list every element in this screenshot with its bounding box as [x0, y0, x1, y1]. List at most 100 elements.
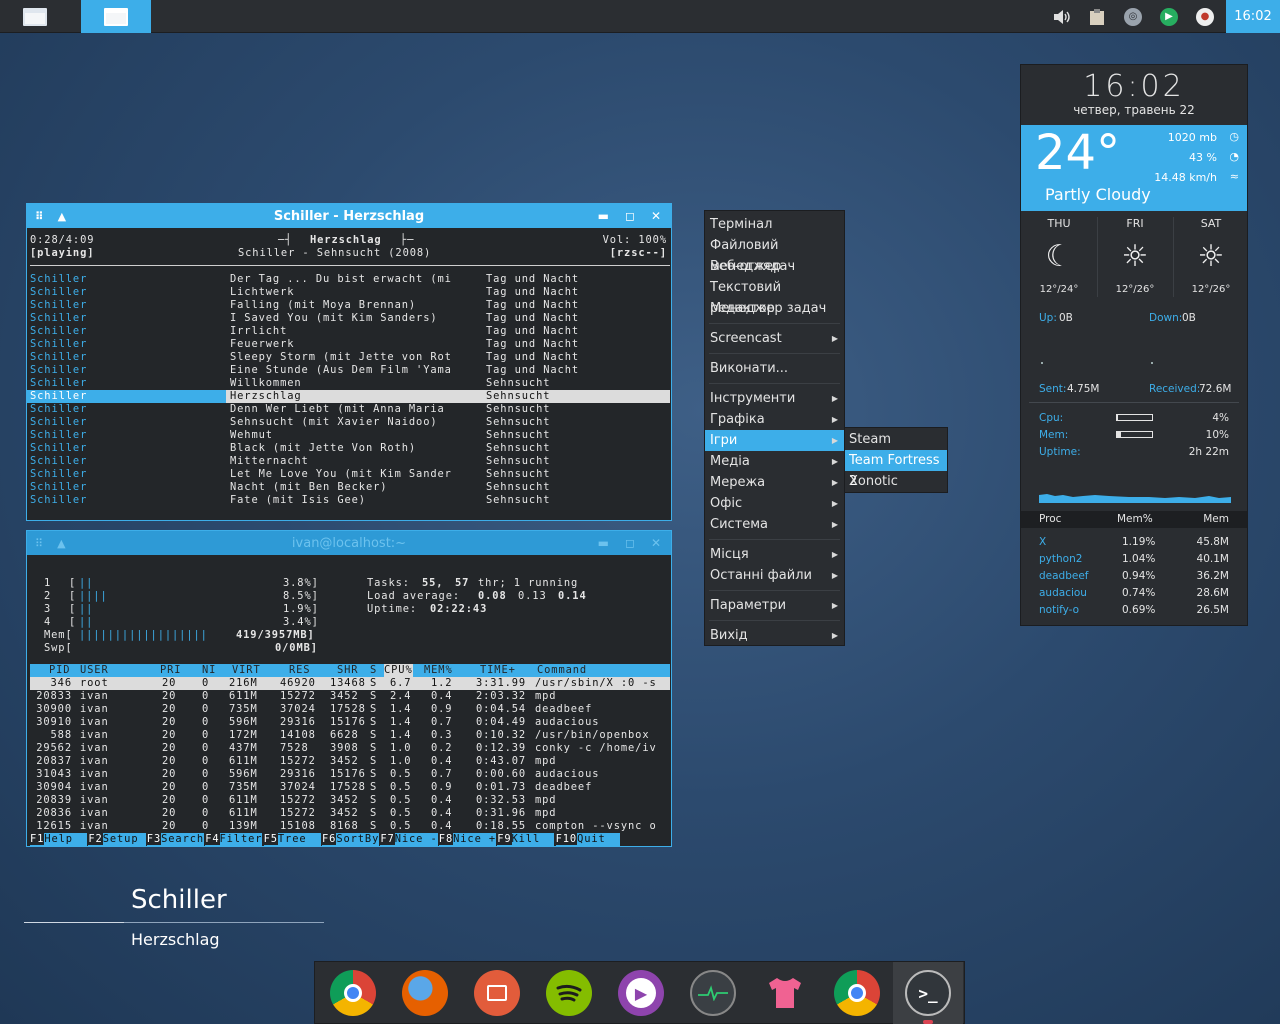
taskbar-window-button-active[interactable]: [81, 0, 151, 33]
track-row[interactable]: Schiller Sleepy Storm (mit Jette von Rot T…: [27, 351, 670, 364]
menu-item-4[interactable]: Менеджер задач: [705, 298, 844, 319]
menu-item-12[interactable]: Офіс ▶: [705, 493, 844, 514]
process-row[interactable]: 30910 ivan 20 0 596M 29316 15176 S 1.4 0.7 0:04.49…: [30, 716, 670, 729]
tshirt-icon[interactable]: [760, 968, 810, 1018]
fkey-f10[interactable]: F10Quit: [555, 833, 620, 846]
panel-clock[interactable]: 16:02: [1226, 0, 1280, 33]
minimize-icon[interactable]: ▬: [598, 209, 609, 223]
track-row[interactable]: Schiller Wehmut Sehnsucht: [27, 429, 670, 442]
menu-item-16[interactable]: Параметри ▶: [705, 595, 844, 616]
track-row[interactable]: Schiller I Saved You (mit Kim Sanders) Tag…: [27, 312, 670, 325]
fkey-f8[interactable]: F8Nice +: [438, 833, 497, 846]
submenu-item-0[interactable]: Steam: [845, 429, 947, 450]
track-row[interactable]: Schiller Herzschlag Sehnsucht: [27, 390, 670, 403]
menu-item-1[interactable]: Файловий менеджер: [705, 235, 844, 274]
process-row[interactable]: 29562 ivan 20 0 437M 7528 3908 S 1.0 0.2 0:12.39 co…: [30, 742, 670, 755]
close-icon[interactable]: ✕: [651, 209, 661, 223]
window-menu-icon[interactable]: ⠿: [35, 210, 44, 223]
cmus-titlebar[interactable]: ⠿ ▲ Schiller - Herzschlag ▬ ◻ ✕: [27, 204, 671, 228]
menu-item-7[interactable]: Інструменти ▶: [705, 388, 844, 409]
process-row[interactable]: 346 root 20 0 216M 46920 13468 S 6.7 1.2 3:31.99/u…: [30, 677, 670, 690]
track-row[interactable]: Schiller Feuerwerk Tag und Nacht: [27, 338, 670, 351]
track-row[interactable]: Schiller Fate (mit Isis Gee) Sehnsucht: [27, 494, 670, 507]
update-icon[interactable]: ▶: [1157, 0, 1181, 33]
track-row[interactable]: Schiller Eine Stunde (Aus Dem Film 'Yama T…: [27, 364, 670, 377]
process-row[interactable]: 588 ivan 20 0 172M 14108 6628 S 1.4 0.3 0:10.32/us…: [30, 729, 670, 742]
app-indicator-icon[interactable]: ●: [1193, 0, 1217, 33]
col-header[interactable]: CPU%: [384, 664, 413, 677]
chrome-icon[interactable]: [328, 968, 378, 1018]
spotify-icon[interactable]: [544, 968, 594, 1018]
menu-item-10[interactable]: Медіа ▶: [705, 451, 844, 472]
col-header[interactable]: RES: [289, 664, 310, 677]
maximize-icon[interactable]: ◻: [625, 536, 635, 550]
process-row[interactable]: 20836 ivan 20 0 611M 15272 3452 S 0.5 0.4 0:31.96 m…: [30, 807, 670, 820]
process-row[interactable]: 20837 ivan 20 0 611M 15272 3452 S 1.0 0.4 0:43.07 m…: [30, 755, 670, 768]
menu-item-13[interactable]: Система ▶: [705, 514, 844, 535]
menu-item-15[interactable]: Останні файли ▶: [705, 565, 844, 586]
track-row[interactable]: Schiller Falling (mit Moya Brennan) Tag un…: [27, 299, 670, 312]
col-header[interactable]: Command: [537, 664, 587, 677]
col-header[interactable]: PRI: [160, 664, 181, 677]
close-icon[interactable]: ✕: [651, 536, 661, 550]
track-row[interactable]: Schiller Lichtwerk Tag und Nacht: [27, 286, 670, 299]
fkey-f9[interactable]: F9Kill: [497, 833, 555, 846]
process-row[interactable]: 30904 ivan 20 0 735M 37024 17528 S 0.5 0.9 0:01.73…: [30, 781, 670, 794]
keep-above-icon[interactable]: ▲: [58, 210, 66, 223]
track-row[interactable]: Schiller Mitternacht Sehnsucht: [27, 455, 670, 468]
menu-item-17[interactable]: Вихід ▶: [705, 625, 844, 646]
col-header[interactable]: PID: [49, 664, 70, 677]
menu-item-6[interactable]: Виконати...: [705, 358, 844, 379]
submenu-item-2[interactable]: Xonotic: [845, 471, 947, 492]
track-row[interactable]: Schiller Irrlicht Tag und Nacht: [27, 325, 670, 338]
col-header[interactable]: TIME+: [480, 664, 516, 677]
fkey-f4[interactable]: F4Filter: [205, 833, 263, 846]
keep-above-icon[interactable]: ▲: [57, 537, 65, 550]
volume-icon[interactable]: [1050, 0, 1074, 33]
col-header[interactable]: NI: [202, 664, 216, 677]
htop-titlebar[interactable]: ⠿ ▲ ivan@localhost:~ ▬ ◻ ✕: [27, 531, 671, 555]
col-header[interactable]: S: [370, 664, 377, 677]
sync-icon[interactable]: ◎: [1121, 0, 1145, 33]
system-monitor-icon[interactable]: [688, 968, 738, 1018]
menu-item-8[interactable]: Графіка ▶: [705, 409, 844, 430]
window-menu-icon[interactable]: ⠿: [35, 537, 43, 550]
process-row[interactable]: 31043 ivan 20 0 596M 29316 15176 S 0.5 0.7 0:00.60…: [30, 768, 670, 781]
process-row[interactable]: 12615 ivan 20 0 139M 15108 8168 S 0.5 0.4 0:18.55 c…: [30, 820, 670, 833]
fkey-f7[interactable]: F7Nice -: [380, 833, 438, 846]
process-row[interactable]: 30900 ivan 20 0 735M 37024 17528 S 1.4 0.9 0:04.54…: [30, 703, 670, 716]
track-row[interactable]: Schiller Sehnsucht (mit Xavier Naidoo) Seh…: [27, 416, 670, 429]
clipboard-icon[interactable]: [1085, 0, 1109, 33]
app-store-icon[interactable]: [472, 968, 522, 1018]
col-header[interactable]: MEM%: [424, 664, 453, 677]
taskbar-window-button[interactable]: [0, 0, 70, 33]
process-row[interactable]: 20833 ivan 20 0 611M 15272 3452 S 2.4 0.4 2:03.32 m…: [30, 690, 670, 703]
fkey-f5[interactable]: F5Tree: [263, 833, 321, 846]
maximize-icon[interactable]: ◻: [625, 209, 635, 223]
menu-item-9[interactable]: Ігри ▶: [705, 430, 844, 451]
chromium-icon[interactable]: [832, 968, 882, 1018]
track-row[interactable]: Schiller Der Tag ... Du bist erwacht (mi T…: [27, 273, 670, 286]
track-row[interactable]: Schiller Nacht (mit Ben Becker) Sehnsucht: [27, 481, 670, 494]
menu-item-3[interactable]: Текстовий редактор: [705, 277, 844, 316]
htop-terminal[interactable]: 1 [ || 3.8%] 2 [ |||| 8.5%] 3 [ || 1.9%]…: [27, 555, 671, 846]
menu-item-11[interactable]: Мережа ▶: [705, 472, 844, 493]
fkey-f2[interactable]: F2Setup: [88, 833, 146, 846]
process-row[interactable]: 20839 ivan 20 0 611M 15272 3452 S 0.5 0.4 0:32.53 m…: [30, 794, 670, 807]
terminal-icon[interactable]: >_: [893, 962, 963, 1024]
track-row[interactable]: Schiller Let Me Love You (mit Kim Sander S…: [27, 468, 670, 481]
menu-item-5[interactable]: Screencast ▶: [705, 328, 844, 349]
fkey-f6[interactable]: F6SortBy: [322, 833, 380, 846]
menu-item-14[interactable]: Місця ▶: [705, 544, 844, 565]
fkey-f3[interactable]: F3Search: [146, 833, 205, 846]
track-row[interactable]: Schiller Willkommen Sehnsucht: [27, 377, 670, 390]
col-header[interactable]: SHR: [337, 664, 358, 677]
media-player-icon[interactable]: ▶: [616, 968, 666, 1018]
menu-item-0[interactable]: Термінал: [705, 214, 844, 235]
firefox-icon[interactable]: [400, 968, 450, 1018]
track-row[interactable]: Schiller Denn Wer Liebt (mit Anna Maria Se…: [27, 403, 670, 416]
minimize-icon[interactable]: ▬: [598, 536, 609, 550]
col-header[interactable]: USER: [80, 664, 109, 677]
submenu-item-1[interactable]: Team Fortress 2: [845, 450, 947, 489]
col-header[interactable]: VIRT: [232, 664, 261, 677]
